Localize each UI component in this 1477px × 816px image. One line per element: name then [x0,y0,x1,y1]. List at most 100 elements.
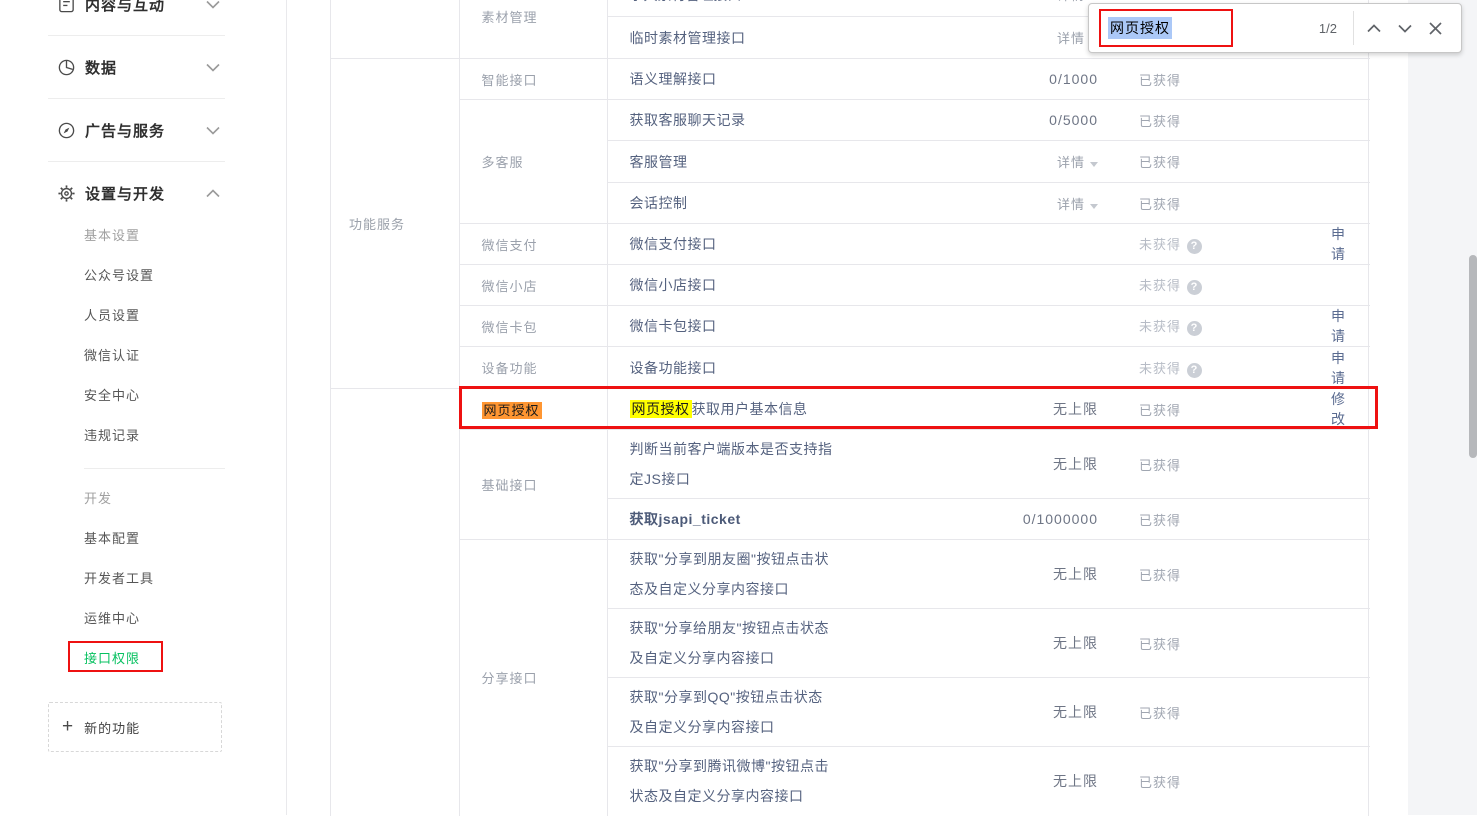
quota-value: 0/5000 [921,100,1106,141]
sidebar-section-label: 广告与服务 [85,120,165,141]
group-cell-empty [331,0,459,59]
api-name: 永久素材管理接口 [630,0,922,15]
table-row: 基础接口 判断当前客户端版本是否支持指定JS接口 无上限 已获得 [331,430,1370,499]
apply-link[interactable]: 申请 [1331,226,1346,262]
modify-link[interactable]: 修改 [1331,391,1346,427]
status-not-obtained: 未获得 [1139,319,1181,334]
detail-link[interactable]: 详情 [1057,155,1085,170]
api-name: 获取用户基本信息 [692,401,808,417]
caret-down-icon [1090,162,1098,167]
data-pie-icon [57,58,76,77]
status-obtained: 已获得 [1106,678,1321,747]
sidebar-item-api-permissions[interactable]: 接口权限 [0,639,286,679]
question-mark-icon[interactable]: ? [1187,280,1202,295]
api-name: 获取"分享给朋友"按钮点击状态及自定义分享内容接口 [630,613,836,673]
sidebar-section-ads-services[interactable]: 广告与服务 [0,99,286,161]
sidebar-section-content-interaction[interactable]: 内容与互动 [0,0,286,35]
find-match-active: 网页授权 [482,402,542,419]
api-name: 微信卡包接口 [630,311,836,341]
api-name: 获取"分享到QQ"按钮点击状态及自定义分享内容接口 [630,682,836,742]
status-obtained: 已获得 [1106,59,1321,100]
category-device-function: 设备功能 [459,347,607,389]
sidebar-item-account-settings[interactable]: 公众号设置 [0,256,286,296]
find-search-input[interactable]: 网页授权 [1108,17,1172,39]
detail-link[interactable]: 详情 [1057,197,1085,212]
sidebar-group-header-basic-settings: 基本设置 [0,216,286,256]
question-mark-icon[interactable]: ? [1187,239,1202,254]
api-name: 获取"分享到腾讯微博"按钮点击状态及自定义分享内容接口 [630,751,836,811]
quota-value: 0/1000 [921,59,1106,100]
category-basic-api: 基础接口 [459,430,607,540]
chevron-down-icon [206,126,220,135]
sidebar: 内容与互动 数据 广告与服务 设置与开发 [0,0,287,815]
quota-value: 无上限 [921,747,1106,816]
group-label-function-services: 功能服务 [331,59,459,389]
api-permission-table: 素材管理 永久素材管理接口 详情 临时素材管理接口 详情 功能服务 智能接口 语… [330,0,1369,816]
find-previous-button[interactable] [1358,11,1389,45]
sidebar-item-ops-center[interactable]: 运维中心 [0,599,286,639]
sidebar-item-basic-config[interactable]: 基本配置 [0,519,286,559]
find-match: 网页授权 [630,400,692,418]
category-multi-customer-service: 多客服 [459,100,607,224]
category-material-management: 素材管理 [459,0,607,59]
category-wechat-store: 微信小店 [459,265,607,306]
api-name: 获取客服聊天记录 [630,105,836,135]
status-not-obtained: 未获得 [1139,278,1181,293]
apply-link[interactable]: 申请 [1331,308,1346,344]
table-row: 多客服 获取客服聊天记录 0/5000 已获得 [331,100,1370,141]
sidebar-item-wechat-verification[interactable]: 微信认证 [0,336,286,376]
sidebar-section-label: 数据 [85,57,117,78]
api-name: 会话控制 [630,188,836,218]
status-obtained: 已获得 [1106,609,1321,678]
content-doc-icon [57,0,76,14]
quota-value: 无上限 [921,540,1106,609]
status-obtained: 已获得 [1106,100,1321,141]
sidebar-item-staff-settings[interactable]: 人员设置 [0,296,286,336]
new-feature-button[interactable]: + 新的功能 [48,702,222,752]
caret-down-icon [1090,204,1098,209]
api-name: 临时素材管理接口 [630,23,836,53]
find-next-button[interactable] [1389,11,1420,45]
sidebar-group-header-development: 开发 [0,479,286,519]
category-wechat-pay: 微信支付 [459,224,607,265]
sidebar-item-developer-tools[interactable]: 开发者工具 [0,559,286,599]
status-obtained: 已获得 [1106,430,1321,499]
close-icon [1429,22,1442,35]
detail-link[interactable]: 详情 [1057,0,1085,3]
chevron-down-icon [206,0,220,9]
find-in-page-bar: 网页授权 1/2 [1088,3,1462,53]
category-share-api: 分享接口 [459,540,607,816]
api-name: 微信小店接口 [630,270,836,300]
quota-value: 无上限 [921,430,1106,499]
plus-icon: + [62,716,73,738]
sidebar-item-violation-records[interactable]: 违规记录 [0,416,286,456]
ads-compass-icon [57,121,76,140]
api-name: 设备功能接口 [630,353,836,383]
vertical-scrollbar-thumb[interactable] [1469,255,1477,458]
status-not-obtained: 未获得 [1139,361,1181,376]
sidebar-section-label: 内容与互动 [85,0,165,15]
find-close-button[interactable] [1420,11,1451,45]
quota-value: 无上限 [921,678,1106,747]
table-row-web-auth: 网页授权 网页授权获取用户基本信息 无上限 已获得 修改 [331,389,1370,430]
question-mark-icon[interactable]: ? [1187,321,1202,336]
annotation-box-find-input: 网页授权 [1099,9,1233,47]
sidebar-item-security-center[interactable]: 安全中心 [0,376,286,416]
new-feature-label: 新的功能 [84,718,140,737]
api-name: 获取"分享到朋友圈"按钮点击状态及自定义分享内容接口 [630,544,836,604]
apply-link[interactable]: 申请 [1331,350,1346,386]
find-result-count: 1/2 [1319,21,1337,36]
api-name: 语义理解接口 [630,64,836,94]
status-not-obtained: 未获得 [1139,237,1181,252]
detail-link[interactable]: 详情 [1057,31,1085,46]
category-smart-api: 智能接口 [459,59,607,100]
sidebar-section-data[interactable]: 数据 [0,36,286,98]
sidebar-section-settings-dev[interactable]: 设置与开发 [0,162,286,224]
api-name: 获取jsapi_ticket [630,504,836,534]
group-cell-empty [331,389,459,816]
quota-value: 无上限 [921,609,1106,678]
chevron-down-icon [1398,24,1412,33]
api-name: 判断当前客户端版本是否支持指定JS接口 [630,434,836,494]
table-row: 分享接口 获取"分享到朋友圈"按钮点击状态及自定义分享内容接口 无上限 已获得 [331,540,1370,609]
question-mark-icon[interactable]: ? [1187,363,1202,378]
